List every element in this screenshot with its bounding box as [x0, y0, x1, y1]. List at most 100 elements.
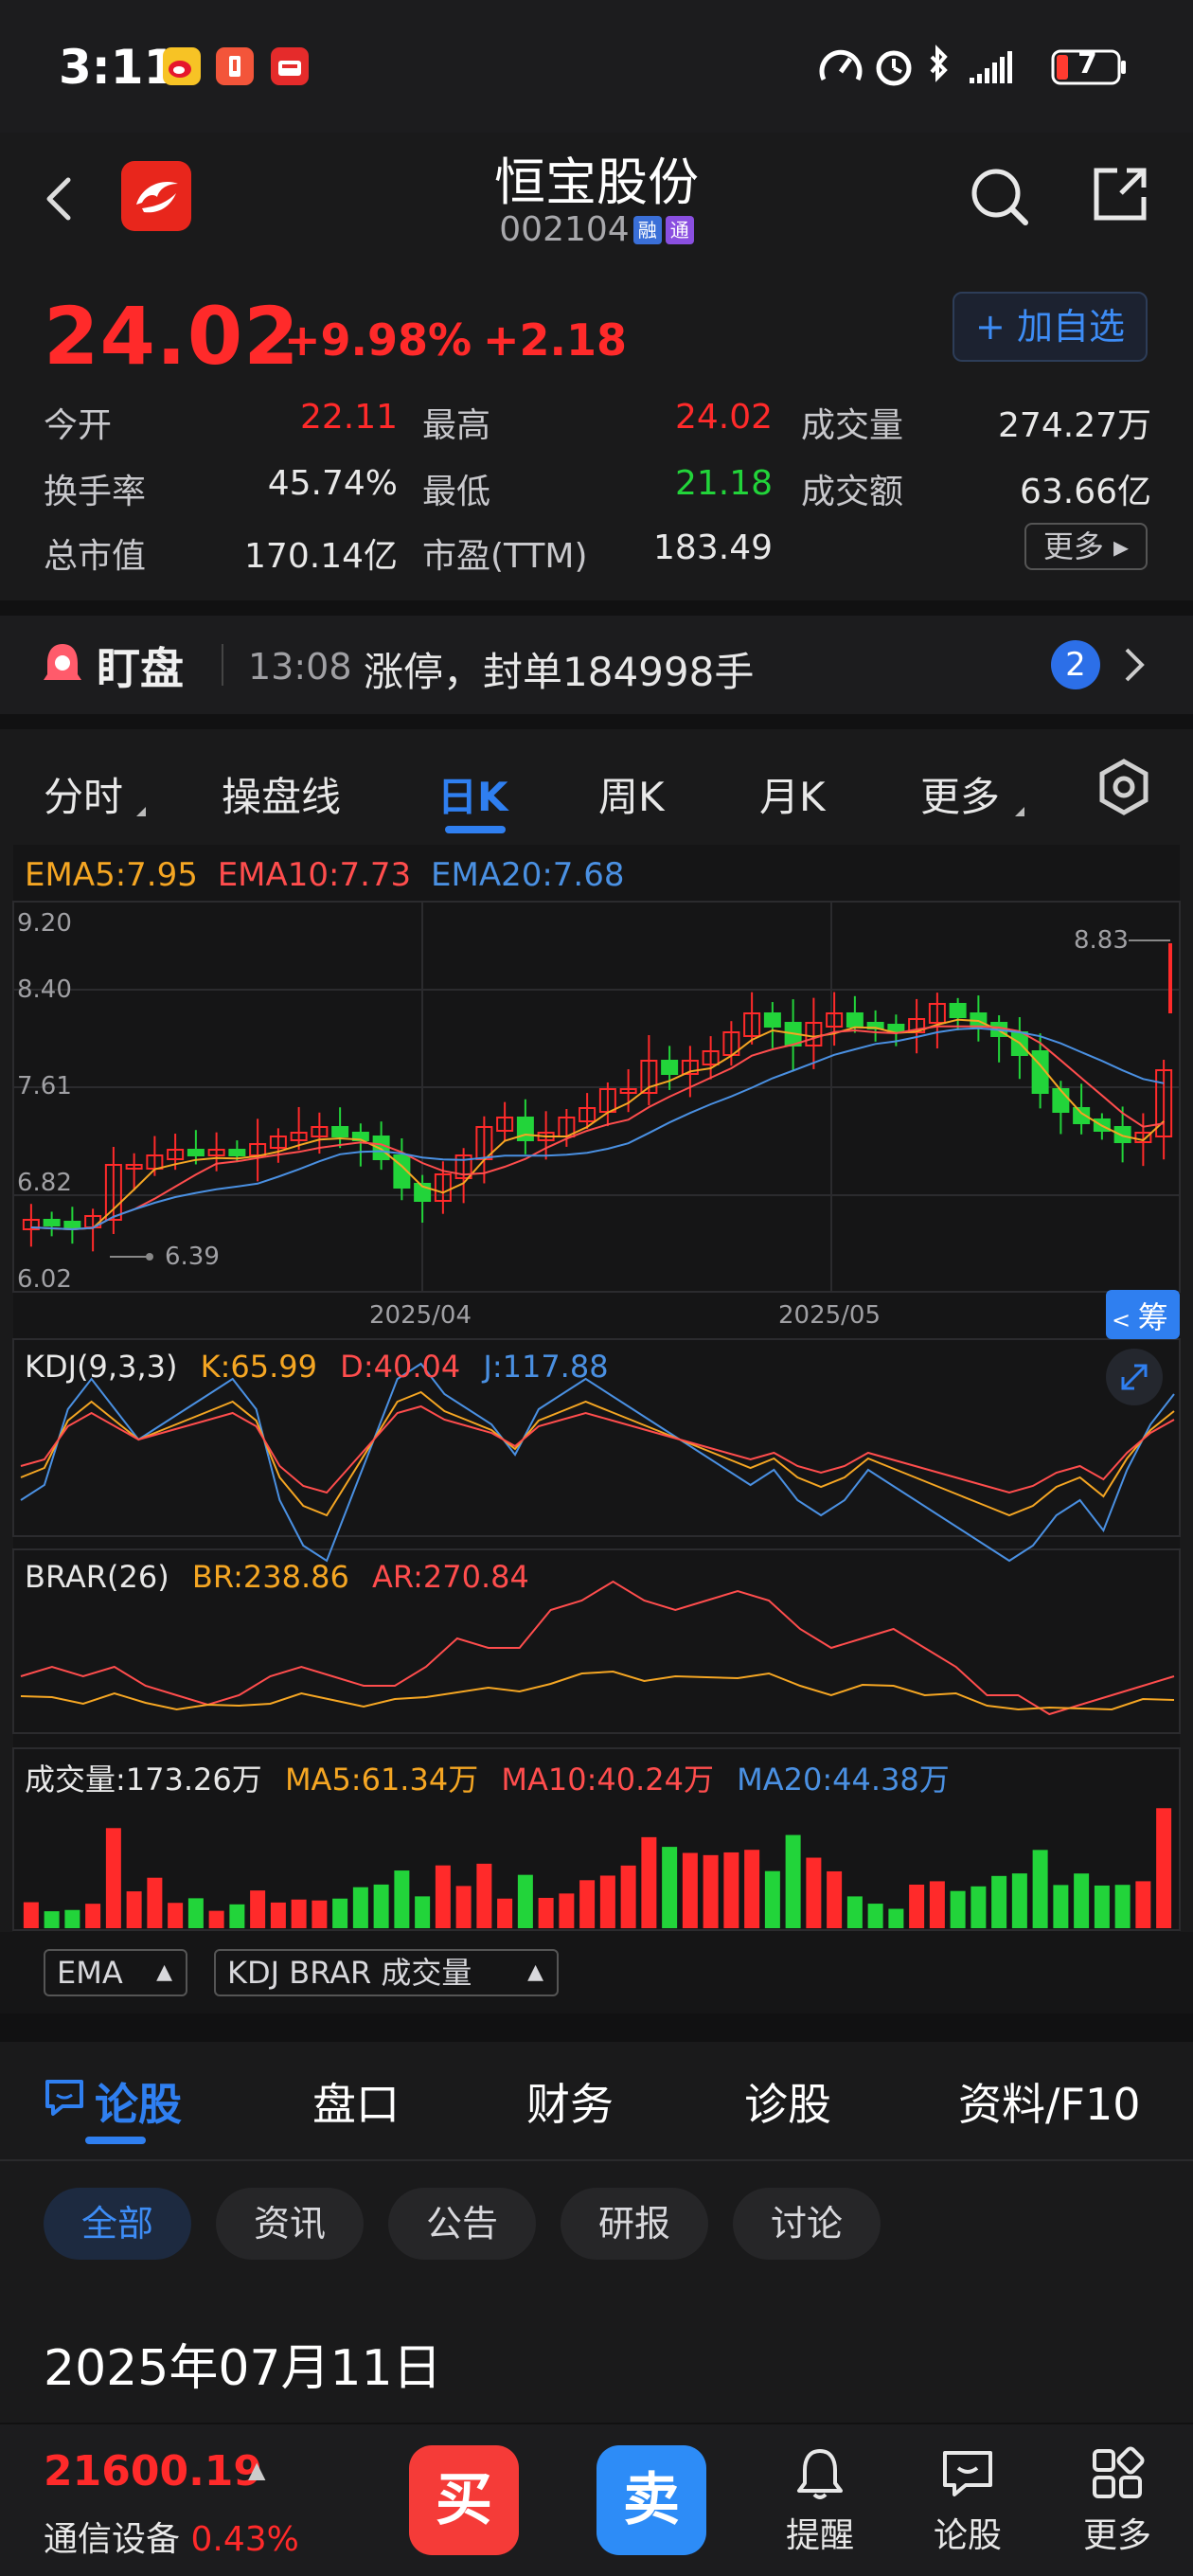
volume-bar: [970, 1886, 987, 1928]
volume-bar: [1053, 1885, 1069, 1928]
sub-indicator-select[interactable]: KDJ BRAR 成交量 ▲: [214, 1949, 559, 1996]
active-tab-indicator: [85, 2137, 146, 2144]
volume-bar: [682, 1852, 698, 1928]
volume-bar: [455, 1886, 472, 1928]
volume-bar: [1156, 1808, 1172, 1928]
add-watchlist-button[interactable]: + 加自选: [953, 292, 1148, 362]
volume-bar: [1074, 1873, 1090, 1928]
volume-bar: [599, 1875, 615, 1928]
volume-bar: [1032, 1850, 1048, 1928]
volume-bar: [168, 1903, 184, 1928]
filter-announcements[interactable]: 公告: [388, 2188, 536, 2260]
active-tab-indicator: [445, 826, 506, 833]
volume-bar: [846, 1896, 863, 1928]
stat-label: 总市值: [44, 537, 147, 576]
stock-code: 002104: [499, 210, 630, 249]
volume-bar: [950, 1890, 966, 1928]
tab-order-book[interactable]: 盘口: [312, 2070, 400, 2133]
stat-label: 今开: [44, 406, 113, 445]
change-percent: +9.98%: [284, 314, 472, 366]
chart-background: [13, 845, 1180, 2010]
buy-button[interactable]: 买: [409, 2445, 519, 2555]
tab-daily-k[interactable]: 日K: [437, 765, 508, 823]
kdj-d: D:40.04: [340, 1349, 461, 1385]
filter-research[interactable]: 研报: [561, 2188, 708, 2260]
bell-icon[interactable]: [790, 2443, 850, 2504]
volume-bar: [229, 1904, 245, 1928]
kline-chart[interactable]: [0, 843, 1193, 2017]
x-tick: 2025/04: [369, 1301, 472, 1330]
nav-discussion-label[interactable]: 论股: [916, 2508, 1020, 2557]
tab-diagnosis[interactable]: 诊股: [744, 2070, 831, 2133]
volume-legend: 成交量:173.26万 MA5:61.34万 MA10:40.24万 MA20:…: [25, 1756, 950, 1799]
main-indicator-select[interactable]: EMA ▲: [44, 1949, 187, 1996]
caret-icon: [1015, 807, 1024, 816]
tab-discussion[interactable]: 论股: [95, 2070, 182, 2133]
volume-bar: [1094, 1885, 1110, 1928]
share-icon[interactable]: [1089, 163, 1151, 225]
x-tick: 2025/05: [778, 1301, 881, 1330]
index-value[interactable]: 21600.19: [44, 2447, 262, 2496]
dingpan-time: 13:08: [248, 646, 352, 688]
stat-label: 成交额: [801, 473, 904, 511]
volume-bar: [373, 1884, 389, 1928]
filter-news[interactable]: 资讯: [216, 2188, 364, 2260]
volume-bar: [187, 1898, 204, 1928]
volume-ma5: MA5:61.34万: [284, 1762, 479, 1798]
stat-label: 成交量: [801, 406, 904, 445]
tab-financials[interactable]: 财务: [526, 2070, 614, 2133]
tab-intraday[interactable]: 分时: [44, 765, 123, 823]
candle-body: [228, 1149, 246, 1156]
stat-label: 最低: [422, 473, 491, 511]
candle-body: [661, 1060, 679, 1075]
volume-ma20: MA20:44.38万: [737, 1762, 950, 1798]
status-icons: [819, 45, 1126, 86]
volume-bar: [394, 1870, 410, 1928]
volume-ma10: MA10:40.24万: [501, 1762, 714, 1798]
chart-settings-icon[interactable]: [1095, 758, 1153, 816]
filter-all[interactable]: 全部: [44, 2188, 191, 2260]
more-stats-button[interactable]: 更多 ▸: [1024, 523, 1148, 570]
kdj-legend: KDJ(9,3,3) K:65.99 D:40.04 J:117.88: [25, 1349, 609, 1385]
caret-icon: [136, 807, 146, 816]
volume-bar: [23, 1902, 39, 1928]
chat-icon[interactable]: [937, 2443, 998, 2504]
stat-high: 24.02: [674, 398, 773, 437]
volume-bar: [703, 1854, 719, 1928]
volume-bar: [1135, 1881, 1151, 1928]
volume-bar: [909, 1884, 925, 1928]
filter-discussion[interactable]: 讨论: [733, 2188, 881, 2260]
y-tick: 9.20: [17, 909, 72, 938]
status-time: 3:11: [59, 40, 177, 95]
stat-label: 最高: [422, 406, 491, 445]
nav-more-label[interactable]: 更多: [1065, 2508, 1169, 2557]
chip-button-label: < 筹: [1112, 1299, 1168, 1335]
chevron-right-icon[interactable]: [1117, 644, 1151, 686]
ema10-label: EMA10:7.73: [217, 856, 412, 894]
divider: [0, 2013, 1193, 2042]
speed-icon: [819, 49, 863, 81]
candle-body: [1113, 1126, 1131, 1143]
dingpan-message: 涨停，封单184998手: [364, 649, 755, 695]
tab-weekly-k[interactable]: 周K: [598, 765, 665, 823]
ema5-label: EMA5:7.95: [25, 856, 198, 894]
candle-body: [63, 1221, 81, 1228]
y-tick: 8.40: [17, 975, 72, 1004]
tab-trade-line[interactable]: 操盘线: [222, 765, 341, 823]
nav-remind-label[interactable]: 提醒: [768, 2508, 872, 2557]
volume-name: 成交量:173.26万: [25, 1762, 262, 1798]
tab-more[interactable]: 更多: [920, 765, 1000, 823]
last-price: 24.02: [44, 290, 300, 383]
tab-monthly-k[interactable]: 月K: [759, 765, 826, 823]
sell-button[interactable]: 卖: [596, 2445, 706, 2555]
index-name-row[interactable]: 通信设备 0.43%: [44, 2512, 299, 2561]
volume-bar: [620, 1865, 636, 1928]
volume-bar: [44, 1911, 60, 1928]
grid-icon[interactable]: [1087, 2443, 1148, 2504]
volume-bar: [827, 1870, 843, 1928]
volume-bar: [1011, 1873, 1027, 1928]
y-tick: 6.82: [17, 1169, 72, 1197]
search-icon[interactable]: [966, 163, 1032, 229]
volume-bar: [641, 1836, 657, 1928]
tab-profile-f10[interactable]: 资料/F10: [958, 2070, 1141, 2133]
